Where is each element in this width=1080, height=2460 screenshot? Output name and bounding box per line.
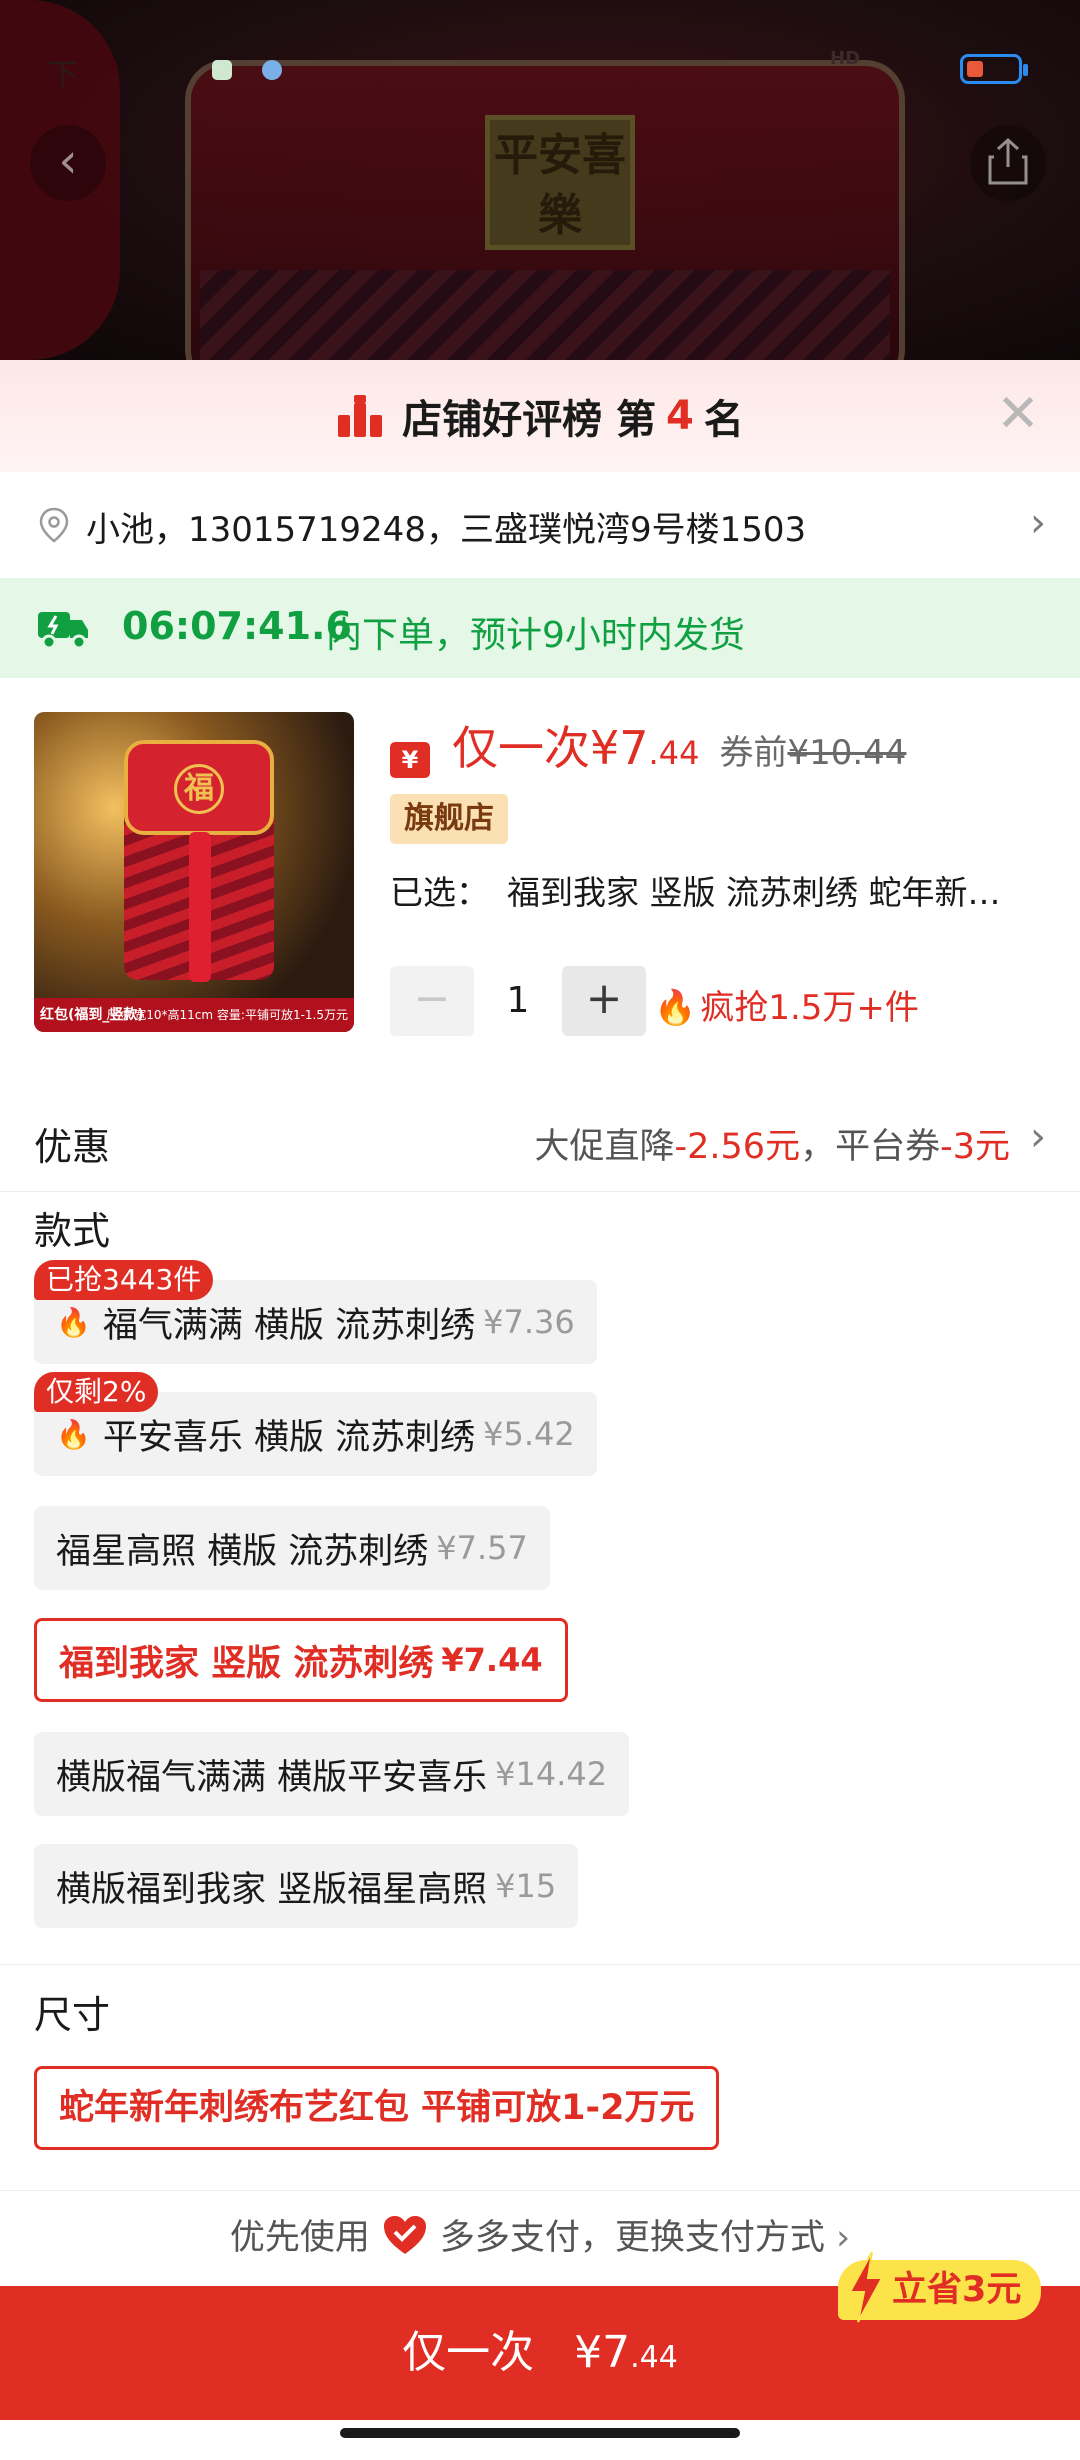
selected-label: 已选：	[390, 873, 489, 912]
discount-value2: -3元	[940, 1127, 1010, 1167]
discount-row[interactable]: 优惠 大促直降-2.56元，平台券-3元 ›	[0, 1082, 1080, 1192]
price-main: 仅一次¥7	[452, 721, 649, 775]
chevron-right-icon: ›	[1030, 500, 1046, 546]
thumbnail-caption: 红包(福到_竖款) 尺寸:宽10*高11cm 容量:平铺可放1-1.5万元	[34, 998, 354, 1032]
selected-value: 福到我家 竖版 流苏刺绣 蛇年新…	[507, 873, 1001, 912]
size-option-selected[interactable]: 蛇年新年刺绣布艺红包 平铺可放1-2万元	[34, 2066, 720, 2150]
payment-text: 多多支付，更换支付方式	[439, 2218, 825, 2258]
style-option-price: ¥15	[495, 1867, 557, 1905]
share-button[interactable]	[970, 125, 1046, 201]
price-before-label: 券前	[719, 733, 788, 773]
discount-label: 优惠	[34, 1125, 111, 1169]
thumbnail-tassel	[189, 832, 211, 982]
rank-suffix: 名	[703, 397, 744, 443]
quantity-value[interactable]: 1	[476, 968, 560, 1034]
status-time: 下	[48, 58, 78, 93]
truck-icon	[38, 612, 88, 650]
payment-prefix: 优先使用	[229, 2218, 370, 2258]
style-option-label: 福星高照 横版 流苏刺绣	[56, 1531, 429, 1572]
style-option-fuxing[interactable]: 福星高照 横版 流苏刺绣 ¥7.57	[34, 1506, 550, 1590]
flame-icon: 🔥	[56, 1417, 91, 1451]
style-option-price: ¥14.42	[495, 1755, 608, 1793]
thumbnail-fu-emblem: 福	[174, 764, 224, 814]
rank-prefix: 店铺好评榜 第	[402, 397, 657, 443]
discount-part2: ，平台券	[800, 1127, 941, 1167]
buy-price-decimal: .44	[630, 2340, 678, 2375]
thumbnail-caption-right: 尺寸:宽10*高11cm 容量:平铺可放1-1.5万元	[106, 1008, 348, 1022]
stock-tag: 仅剩2%	[34, 1372, 159, 1412]
selected-sku: 已选： 福到我家 竖版 流苏刺绣 蛇年新…	[390, 866, 1050, 914]
share-icon	[988, 137, 1028, 185]
buy-label: 仅一次	[402, 2327, 535, 2378]
rank-number: 4	[666, 393, 694, 439]
hd-indicator-icon: HD	[830, 48, 861, 69]
quantity-decrease-button[interactable]: −	[390, 966, 474, 1036]
style-option-price: ¥7.36	[483, 1303, 575, 1341]
style-option-combo2[interactable]: 横版福到我家 竖版福星高照 ¥15	[34, 1844, 579, 1928]
back-icon: ‹	[58, 133, 78, 189]
sales-tag: 已抢3443件	[34, 1260, 214, 1300]
rank-chart-icon	[336, 395, 384, 437]
hot-sales-indicator: 🔥 疯抢1.5万+件	[654, 980, 919, 1029]
discount-part1: 大促直降	[534, 1127, 675, 1167]
battery-icon	[960, 54, 1028, 84]
bolt-icon	[848, 2251, 884, 2323]
flame-icon: 🔥	[654, 988, 697, 1028]
price-decimal: .44	[648, 734, 700, 772]
price-line: ¥ 仅一次¥7 .44 券前 ¥10.44	[390, 712, 906, 778]
discount-value1: -2.56元	[674, 1127, 801, 1167]
style-option-combo1[interactable]: 横版福气满满 横版平安喜乐 ¥14.42	[34, 1732, 630, 1816]
back-button[interactable]: ‹	[30, 125, 106, 201]
discount-details: 大促直降-2.56元，平台券-3元	[535, 1118, 1011, 1169]
notification-icon	[212, 60, 232, 80]
size-section-title: 尺寸	[34, 1993, 111, 2037]
chevron-right-icon: ›	[1030, 1114, 1046, 1160]
rank-banner[interactable]: 店铺好评榜 第 4 名 ✕	[0, 360, 1080, 472]
coupon-icon: ¥	[390, 742, 430, 778]
address-row[interactable]: 小池，13015719248，三盛璞悦湾9号楼1503 ›	[0, 472, 1080, 578]
location-pin-icon	[39, 507, 69, 543]
close-icon: ✕	[996, 384, 1040, 444]
status-bar: 下 HD	[0, 40, 1080, 100]
style-option-label: 横版福气满满 横版平安喜乐	[56, 1757, 488, 1798]
divider	[0, 1964, 1080, 1965]
quantity-increase-button[interactable]: +	[562, 966, 646, 1036]
buy-price: ¥7	[574, 2327, 631, 2378]
style-section-title: 款式	[34, 1209, 111, 1253]
home-indicator[interactable]	[340, 2428, 740, 2438]
flame-icon: 🔥	[56, 1305, 91, 1339]
heart-shield-icon	[383, 2216, 426, 2254]
hot-sales-text: 疯抢1.5万+件	[700, 988, 919, 1028]
style-option-price: ¥7.44	[441, 1641, 543, 1679]
savings-text: 立省3元	[892, 2270, 1022, 2310]
countdown-timer: 06:07:41.6	[122, 604, 352, 648]
product-hero-image: 平安喜樂 下 HD ‹	[0, 0, 1080, 360]
style-option-label: 福到我家 竖版 流苏刺绣	[59, 1643, 434, 1684]
style-option-price: ¥7.57	[436, 1529, 528, 1567]
address-text: 小池，13015719248，三盛璞悦湾9号楼1503	[86, 510, 807, 550]
style-option-fudao-selected[interactable]: 福到我家 竖版 流苏刺绣 ¥7.44	[34, 1618, 568, 1702]
close-button[interactable]: ✕	[994, 388, 1042, 440]
flagship-badge: 旗舰店	[390, 794, 508, 844]
product-thumbnail[interactable]: 福 红包(福到_竖款) 尺寸:宽10*高11cm 容量:平铺可放1-1.5万元	[34, 712, 354, 1032]
style-option-label: 横版福到我家 竖版福星高照	[56, 1869, 488, 1910]
sku-selection-sheet: 店铺好评榜 第 4 名 ✕ 小池，13015719248，三盛璞悦湾9号楼150…	[0, 360, 1080, 2460]
shipping-countdown-row: 06:07:41.6 内下单，预计9小时内发货	[0, 578, 1080, 678]
price-before-value: ¥10.44	[787, 733, 907, 773]
style-option-label: 平安喜乐 横版 流苏刺绣	[102, 1417, 476, 1458]
app-icon	[262, 60, 282, 80]
style-option-label: 福气满满 横版 流苏刺绣	[102, 1305, 476, 1346]
savings-badge: 立省3元	[838, 2251, 1042, 2323]
shipping-note: 内下单，预计9小时内发货	[326, 615, 745, 656]
style-option-price: ¥5.42	[483, 1415, 575, 1453]
